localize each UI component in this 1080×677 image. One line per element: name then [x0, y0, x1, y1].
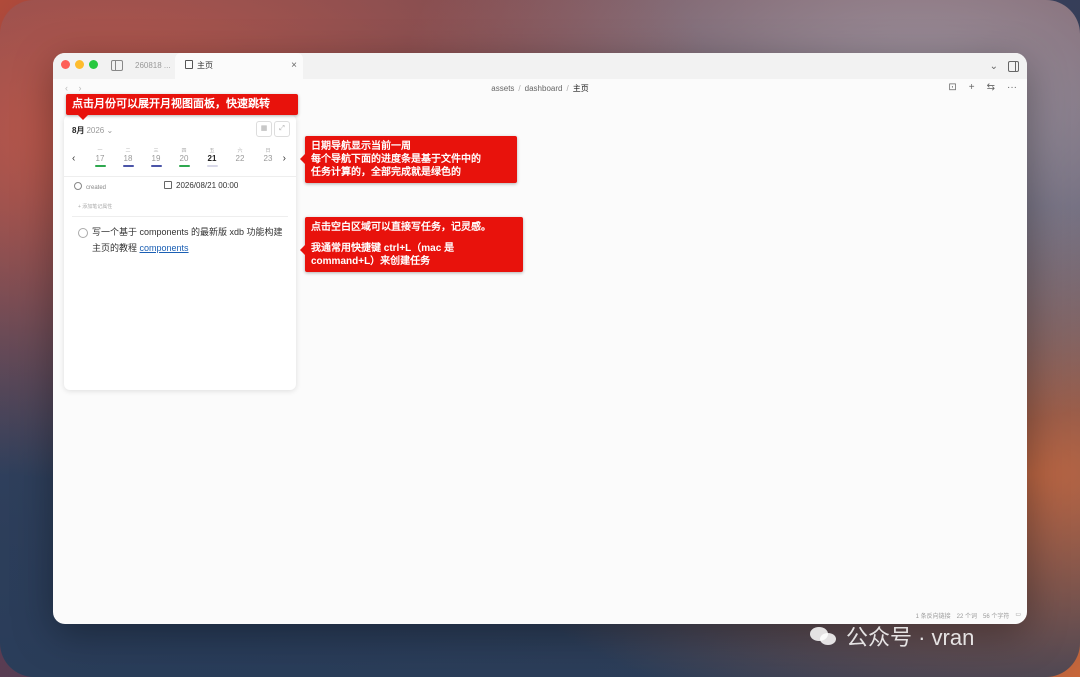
word-count: 22 个词 — [956, 614, 977, 620]
progress-bar — [122, 165, 134, 167]
expand-icon[interactable]: ⤢ — [274, 121, 290, 137]
watermark-text: 公众号 · vran — [846, 625, 975, 650]
property-value[interactable]: 2026/08/21 00:00 — [164, 181, 238, 190]
property-created: created 2026/08/21 00:00 — [74, 181, 286, 191]
callout-line: command+L）来创建任务 — [311, 256, 431, 267]
tab-label: 260818 ... — [135, 61, 171, 70]
progress-bar — [235, 165, 246, 167]
breadcrumb-current: 主页 — [572, 84, 589, 93]
day-21-today[interactable]: 五 21 — [202, 147, 222, 167]
week-navigator: ‹ 一 17 二 18 三 19 四 20 五 21 六 22 日 23 › — [68, 145, 292, 175]
day-23[interactable]: 日 23 — [258, 147, 278, 167]
view-toolbar: ⊡ + ⇆ ··· — [948, 82, 1017, 93]
day-name: 五 — [209, 148, 215, 154]
add-icon[interactable]: + — [969, 82, 975, 93]
callout-month: 点击月份可以展开月视图面板，快速跳转 — [66, 94, 298, 120]
minimize-window-button[interactable] — [75, 60, 84, 69]
day-17[interactable]: 一 17 — [90, 147, 110, 167]
day-20[interactable]: 四 20 — [174, 147, 194, 167]
backlinks-count[interactable]: 1 条反向链接 — [916, 611, 951, 620]
divider — [64, 176, 296, 177]
close-tab-icon[interactable]: × — [291, 53, 297, 79]
progress-bar — [150, 165, 162, 167]
tab-260818[interactable]: 260818 ... — [135, 53, 175, 79]
day-name: 一 — [97, 148, 103, 154]
day-22[interactable]: 六 22 — [230, 147, 250, 167]
callout-line: 我通常用快捷键 ctrl+L（mac 是 — [311, 243, 455, 254]
breadcrumb-assets[interactable]: assets — [491, 84, 514, 93]
day-name: 四 — [181, 148, 187, 154]
document-icon — [185, 60, 193, 69]
progress-bar — [94, 165, 106, 167]
titlebar-actions: ⌄ — [990, 53, 1019, 79]
title-bar: 260818 ... 主页 × ⌄ — [53, 53, 1027, 79]
progress-bar — [178, 165, 190, 167]
watermark: 公众号 · vran — [810, 620, 974, 652]
day-name: 六 — [237, 148, 243, 154]
panel-actions: ▦ ⤢ — [256, 121, 290, 137]
task-item[interactable]: 写一个基于 components 的最新版 xdb 功能构建主页的教程 comp… — [78, 224, 288, 256]
chevron-down-icon: ⌄ — [106, 126, 114, 135]
day-number: 19 — [151, 154, 161, 163]
clock-icon — [74, 182, 82, 190]
day-number: 23 — [263, 154, 273, 163]
breadcrumb-separator: / — [518, 84, 521, 93]
task-checkbox[interactable] — [78, 228, 88, 238]
status-bar: 1 条反向链接 22 个词 56 个字符 ▭ — [916, 611, 1021, 620]
char-count: 56 个字符 — [982, 614, 1010, 620]
day-number: 21 — [207, 154, 217, 163]
task-text[interactable]: 写一个基于 components 的最新版 xdb 功能构建主页的教程 comp… — [92, 224, 288, 256]
day-name: 三 — [153, 148, 159, 154]
progress-bar — [206, 165, 218, 167]
maximize-window-button[interactable] — [89, 60, 98, 69]
year-label: 2026 — [86, 126, 105, 135]
month-label: 8月 — [72, 126, 85, 135]
breadcrumb-separator: / — [566, 84, 569, 93]
day-name: 日 — [265, 148, 271, 154]
callout-text: 点击月份可以展开月视图面板，快速跳转 — [72, 98, 270, 110]
lock-icon[interactable]: ⊡ — [948, 82, 956, 93]
day-number: 17 — [95, 154, 105, 163]
callout-line: 每个导航下面的进度条是基于文件中的 — [311, 154, 481, 165]
add-property-button[interactable]: + 添加笔记属性 — [78, 203, 112, 210]
more-icon[interactable]: ··· — [1007, 82, 1017, 93]
month-selector[interactable]: 8月 2026 ⌄ — [72, 125, 113, 136]
callout-gap — [311, 234, 517, 242]
day-number: 22 — [235, 154, 245, 163]
wechat-icon — [810, 625, 840, 647]
day-number: 20 — [179, 154, 189, 163]
tab-home[interactable]: 主页 × — [175, 53, 303, 79]
chevron-down-icon[interactable]: ⌄ — [990, 61, 998, 72]
prev-week-icon[interactable]: ‹ — [72, 153, 75, 164]
tab-label: 主页 — [197, 61, 213, 70]
breadcrumb-dashboard[interactable]: dashboard — [525, 84, 563, 93]
close-window-button[interactable] — [61, 60, 70, 69]
day-name: 二 — [125, 148, 131, 154]
day-18[interactable]: 二 18 — [118, 147, 138, 167]
next-week-icon[interactable]: › — [283, 153, 286, 164]
sidebar-toggle-icon[interactable] — [111, 60, 123, 71]
property-label: created — [86, 185, 107, 191]
day-19[interactable]: 三 19 — [146, 147, 166, 167]
day-number: 18 — [123, 154, 133, 163]
calendar-panel: 8月 2026 ⌄ ▦ ⤢ ‹ 一 17 二 18 三 19 四 20 五 21 六 22 日… — [64, 115, 296, 390]
task-link[interactable]: components — [140, 243, 189, 253]
app-window: 260818 ... 主页 × ⌄ ‹ › assets / dashboard / 主… — [53, 53, 1027, 624]
progress-bar — [263, 165, 274, 167]
callout-line: 点击空白区域可以直接写任务，记灵感。 — [311, 222, 491, 233]
callout-task: 点击空白区域可以直接写任务，记灵感。 我通常用快捷键 ctrl+L（mac 是 … — [300, 217, 523, 272]
calendar-view-icon[interactable]: ▦ — [256, 121, 272, 137]
callout-line: 日期导航显示当前一周 — [311, 141, 411, 152]
callout-line: 任务计算的，全部完成就是绿色的 — [311, 167, 461, 178]
breadcrumb: assets / dashboard / 主页 — [53, 83, 1027, 94]
right-sidebar-toggle-icon[interactable] — [1008, 60, 1019, 72]
created-date: 2026/08/21 00:00 — [176, 181, 239, 190]
divider — [72, 216, 288, 217]
edit-mode-icon[interactable]: ▭ — [1015, 611, 1021, 620]
callout-week-nav: 日期导航显示当前一周 每个导航下面的进度条是基于文件中的 任务计算的，全部完成就… — [300, 136, 517, 183]
calendar-icon — [164, 181, 172, 189]
settings-icon[interactable]: ⇆ — [987, 82, 995, 93]
